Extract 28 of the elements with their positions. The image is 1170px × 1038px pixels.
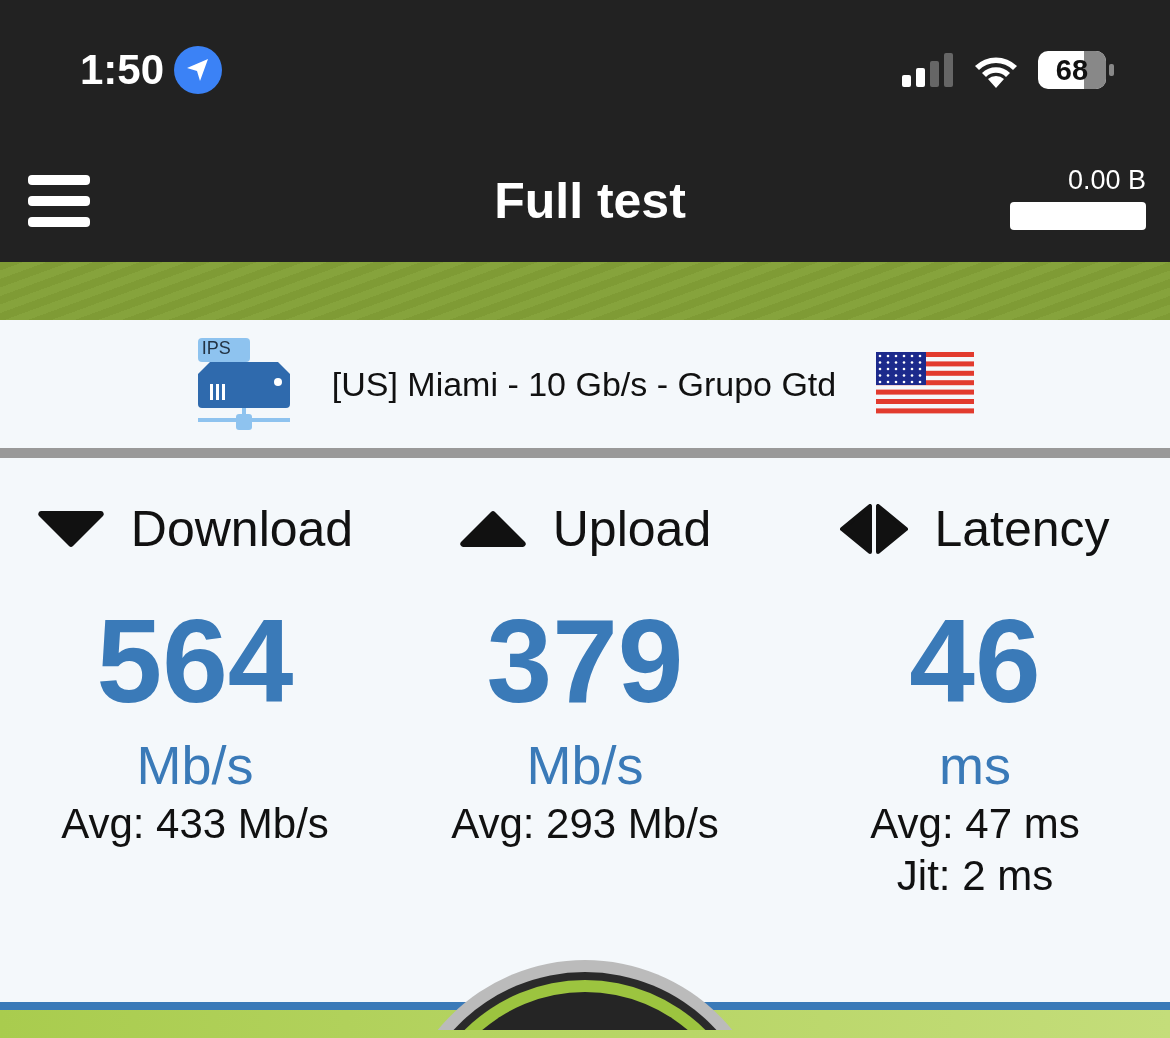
battery-tip-icon — [1109, 64, 1114, 76]
metric-label: Download — [130, 500, 354, 558]
status-time: 1:50 — [80, 46, 165, 94]
page-title: Full test — [494, 172, 686, 230]
metric-unit: ms — [939, 734, 1011, 796]
metric-detail: Avg: 47 ms — [870, 800, 1080, 848]
server-name[interactable]: [US] Miami - 10 Gb/s - Grupo Gtd — [331, 364, 837, 404]
metric-detail: Jit: 2 ms — [896, 852, 1054, 900]
metric-label: Upload — [552, 500, 712, 558]
menu-icon[interactable] — [28, 175, 90, 227]
metric-unit: Mb/s — [526, 734, 644, 796]
data-usage: 0.00 B — [1067, 164, 1146, 196]
left-right-icon — [840, 504, 909, 554]
metric-label: Latency — [934, 500, 1110, 558]
battery-indicator: 68 — [1038, 51, 1106, 89]
metric-detail: Avg: 293 Mb/s — [451, 800, 719, 848]
server-icon — [195, 336, 292, 432]
up-triangle-icon — [458, 509, 527, 549]
metric-value: 564 — [96, 602, 294, 720]
location-icon — [174, 46, 223, 94]
metric-unit: Mb/s — [136, 734, 254, 796]
us-flag-icon — [876, 352, 975, 416]
down-triangle-icon — [36, 509, 105, 549]
signal-icon — [902, 53, 954, 87]
ips-label: IPS — [201, 338, 231, 359]
metric-detail: Avg: 433 Mb/s — [61, 800, 329, 848]
metric-value: 379 — [486, 602, 684, 720]
metric-value: 46 — [909, 602, 1041, 720]
